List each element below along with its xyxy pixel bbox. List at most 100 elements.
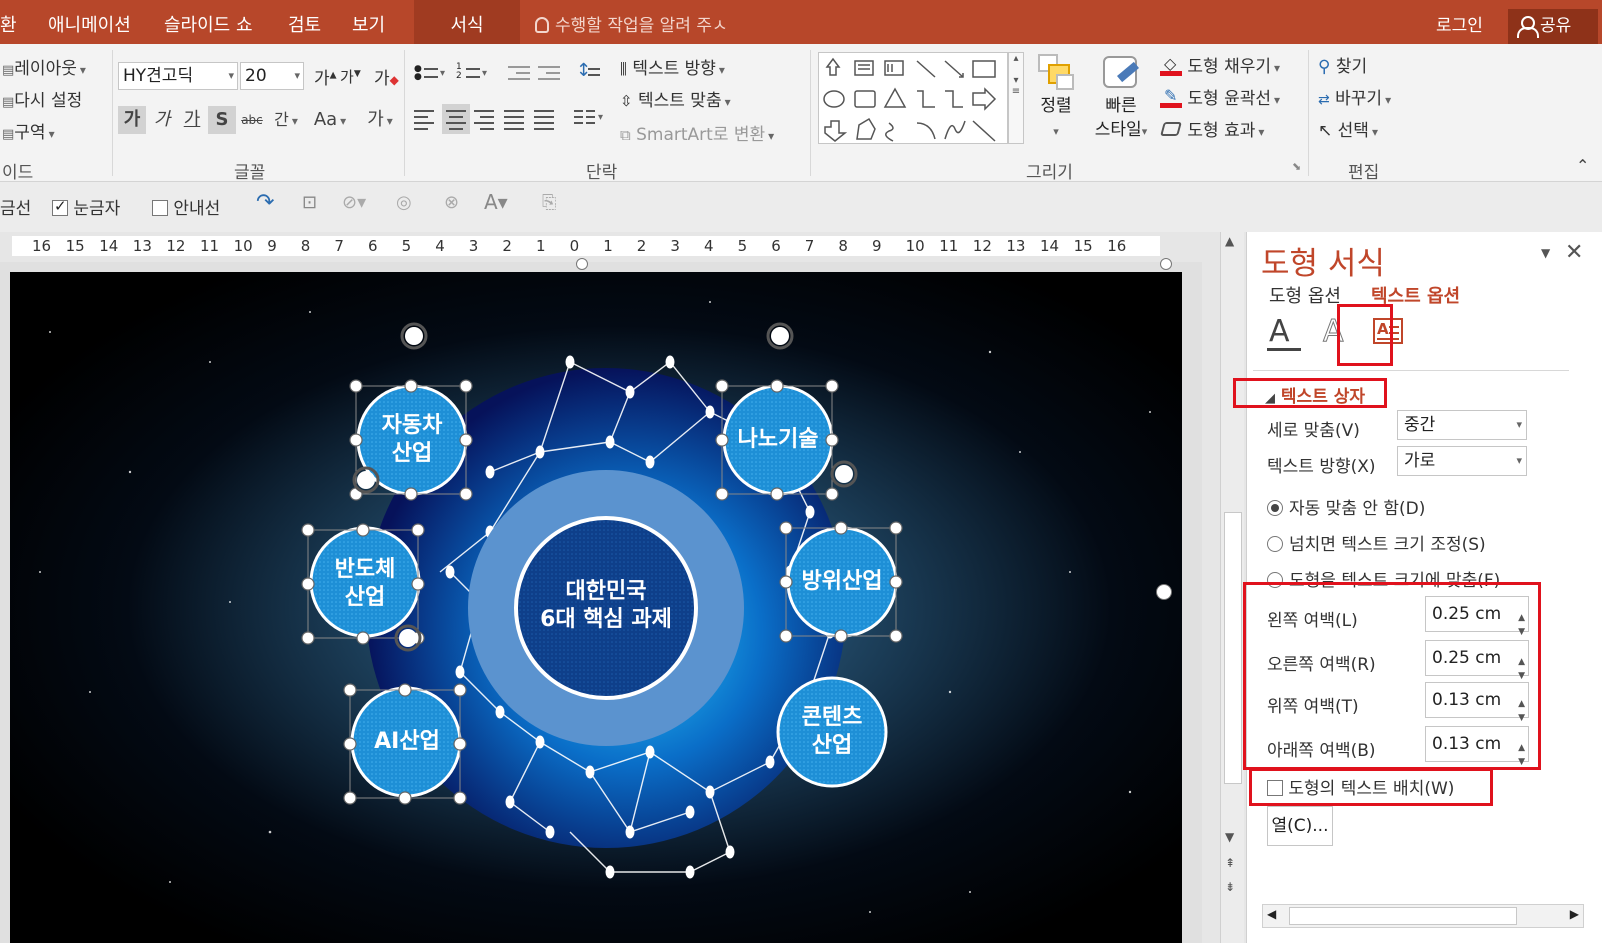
select-button[interactable]: ↖ 선택: [1318, 116, 1378, 141]
align-center-icon[interactable]: [442, 104, 470, 134]
tab-slideshow[interactable]: 슬라이드 쇼: [164, 0, 253, 44]
tab-transitions[interactable]: 환: [0, 0, 17, 44]
horizontal-ruler[interactable]: 16 15 14 13 12 11 10 9 8 7 6 5 4 3 2 1 0 1 2 3 4 5 6 7 8 9 10 11 12 1…: [12, 236, 1160, 256]
layout-button[interactable]: ▤레이아웃: [2, 54, 86, 79]
dialog-launcher-icon[interactable]: ⬊: [1292, 160, 1301, 173]
ruler-checkbox[interactable]: 눈금자: [52, 194, 120, 219]
shapes-gallery-scroll[interactable]: ▴ ▾ ≡: [1008, 52, 1024, 144]
char-spacing-button[interactable]: 간: [268, 106, 304, 134]
ruler-tick-label: 13: [132, 237, 152, 255]
close-icon[interactable]: ✕: [1565, 240, 1583, 265]
align-right-icon[interactable]: [474, 108, 498, 130]
gridlines-label[interactable]: 금선: [0, 194, 31, 219]
scroll-down-icon[interactable]: ▼: [1225, 830, 1234, 844]
scroll-thumb[interactable]: [1289, 907, 1517, 925]
shape-fill-button[interactable]: ◇ 도형 채우기: [1160, 52, 1280, 77]
align-text-button[interactable]: ⇳ 텍스트 맞춤: [620, 86, 731, 111]
change-case-button[interactable]: Aa: [310, 106, 350, 134]
shapes-gallery[interactable]: [818, 52, 1008, 144]
text-effect-icon[interactable]: A▾: [484, 190, 508, 214]
presenter-icon[interactable]: ⊡: [302, 192, 317, 213]
node-contents[interactable]: 콘텐츠 산업: [776, 704, 888, 760]
chevron-down-icon: ▾: [228, 69, 234, 82]
scroll-thumb[interactable]: [1224, 512, 1242, 784]
tab-shape-options[interactable]: 도형 옵션: [1269, 282, 1341, 308]
shapes-merge-icon[interactable]: ⊘▾: [342, 192, 366, 213]
underline-button[interactable]: 가: [178, 106, 206, 134]
reset-button[interactable]: ▤다시 설정: [2, 86, 82, 111]
align-text-icon: ⇳: [620, 92, 633, 110]
guides-checkbox[interactable]: 안내선: [152, 194, 220, 219]
node-defense[interactable]: 방위산업: [782, 568, 902, 596]
grow-font-button[interactable]: 가▲: [314, 64, 337, 89]
person-icon: [1517, 16, 1539, 38]
shadow-button[interactable]: S: [208, 106, 236, 134]
slide-vertical-scrollbar[interactable]: ▲ ▼ ⇞ ⇟: [1220, 232, 1244, 943]
bullets-icon[interactable]: ● ● ▾: [414, 62, 450, 88]
next-slide-icon[interactable]: ⇟: [1225, 880, 1235, 894]
clear-format-button[interactable]: 가◆: [374, 64, 399, 89]
tab-view[interactable]: 보기: [352, 0, 385, 44]
font-color-button[interactable]: 가: [362, 106, 398, 134]
intersect-icon[interactable]: ⊗: [444, 192, 459, 213]
quick-styles-button[interactable]: 빠른 스타일▾: [1088, 52, 1154, 144]
shrink-font-button[interactable]: 가▼: [340, 66, 361, 87]
radio-shrink-text[interactable]: 넘치면 텍스트 크기 조정(S): [1267, 530, 1486, 555]
bold-button[interactable]: 가: [118, 106, 146, 134]
shape-outline-button[interactable]: ✎ 도형 윤곽선: [1160, 84, 1280, 109]
shape-icon[interactable]: ◎: [396, 192, 412, 213]
pane-horizontal-scrollbar[interactable]: ◀ ▶: [1262, 904, 1584, 928]
ruler-tick-label: 12: [166, 237, 186, 255]
shape-effects-button[interactable]: 도형 효과: [1160, 116, 1264, 141]
numbering-icon[interactable]: 1 2 ▾: [456, 62, 492, 88]
resize-handle[interactable]: [1160, 258, 1172, 270]
clipboard-icon[interactable]: ⎘: [542, 192, 556, 213]
text-direction-button[interactable]: ⫼ 텍스트 방향: [620, 54, 725, 79]
prev-slide-icon[interactable]: ⇞: [1225, 856, 1235, 870]
slide-canvas[interactable]: 대한민국 6대 핵심 과제 자동차 산업 나노기술 반도체 산업 방위산업 AI산업…: [10, 272, 1182, 943]
italic-button[interactable]: 가: [148, 106, 176, 134]
arrange-button[interactable]: 정렬 ▾: [1030, 52, 1082, 144]
find-button[interactable]: ⚲ 찾기: [1318, 52, 1367, 77]
distributed-icon[interactable]: [534, 108, 558, 130]
decrease-indent-icon[interactable]: [508, 64, 532, 84]
share-button[interactable]: 공유: [1508, 9, 1598, 45]
section-button[interactable]: ▤구역: [2, 118, 55, 143]
scroll-up-icon[interactable]: ▲: [1225, 234, 1234, 248]
strikethrough-button[interactable]: abc: [238, 106, 266, 134]
scroll-right-icon[interactable]: ▶: [1570, 907, 1579, 921]
format-shape-pane: 도형 서식 ▼ ✕ 도형 옵션 텍스트 옵션 A A A ◢ 텍스트 상자 세로…: [1233, 232, 1602, 943]
node-nanotech[interactable]: 나노기술: [718, 426, 838, 454]
resize-handle[interactable]: [576, 258, 588, 270]
checkbox-checked-icon: [52, 197, 68, 216]
tab-review[interactable]: 검토: [288, 0, 321, 44]
radio-no-autofit[interactable]: 자동 맞춤 안 함(D): [1267, 494, 1425, 519]
columns-icon[interactable]: ▾: [574, 108, 610, 130]
node-automotive[interactable]: 자동차 산업: [358, 412, 466, 468]
resize-handle[interactable]: [1156, 584, 1172, 600]
text-fill-icon[interactable]: A: [1265, 314, 1305, 354]
scroll-left-icon[interactable]: ◀: [1267, 907, 1276, 921]
increase-indent-icon[interactable]: [538, 64, 562, 84]
line-spacing-icon[interactable]: ↕: [576, 60, 610, 88]
center-title[interactable]: 대한민국 6대 핵심 과제: [516, 578, 696, 634]
node-ai[interactable]: AI산업: [352, 728, 462, 756]
replace-button[interactable]: ⇄ 바꾸기: [1318, 84, 1391, 109]
ruler-tick-label: 1: [536, 237, 546, 255]
shapes-gallery-icons: [823, 57, 997, 142]
valign-select[interactable]: 중간 ▾: [1397, 410, 1527, 440]
font-name-combo[interactable]: HY견고딕 ▾: [118, 62, 238, 90]
columns-button[interactable]: 열(C)...: [1267, 806, 1333, 846]
redo-icon[interactable]: ↷: [256, 190, 274, 215]
node-semiconductor[interactable]: 반도체 산업: [310, 556, 420, 612]
collapse-ribbon-icon[interactable]: ⌃: [1576, 156, 1589, 175]
justify-icon[interactable]: [504, 108, 528, 130]
font-size-combo[interactable]: 20 ▾: [240, 62, 304, 90]
smartart-button[interactable]: ⧉ SmartArt로 변환: [620, 120, 774, 145]
text-direction-select[interactable]: 가로 ▾: [1397, 446, 1527, 476]
tab-format[interactable]: 서식: [414, 0, 520, 44]
tab-animations[interactable]: 애니메이션: [48, 0, 131, 44]
pane-options-icon[interactable]: ▼: [1541, 246, 1550, 260]
align-left-icon[interactable]: [414, 108, 438, 130]
tell-me-box[interactable]: 수행할 작업을 알려 주ㅅ: [535, 0, 728, 44]
